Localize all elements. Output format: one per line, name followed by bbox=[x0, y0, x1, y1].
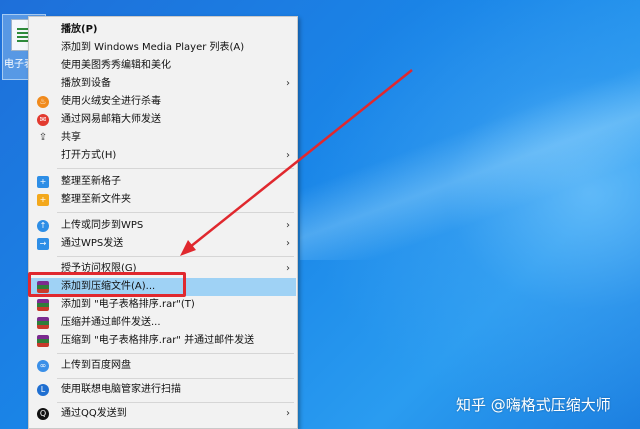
annotation-arrow bbox=[180, 69, 413, 256]
watermark-text: 知乎 @嗨格式压缩大师 bbox=[456, 396, 611, 414]
